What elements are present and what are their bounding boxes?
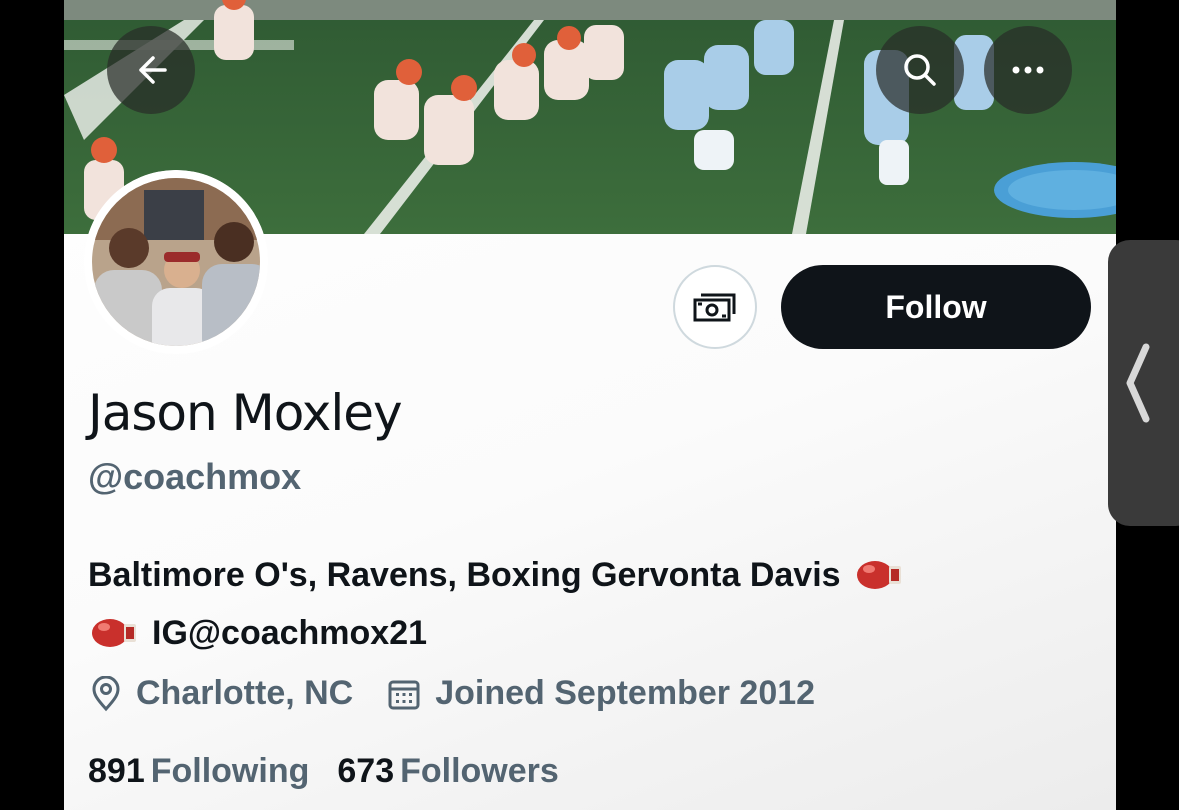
following-link[interactable]: Following [151,752,310,791]
bio-line: Baltimore O's, Ravens, Boxing Gervonta D… [88,546,1088,604]
bio-text-line2: IG@coachmox21 [152,614,428,652]
display-name: Jason Moxley [88,384,403,442]
location-text: Charlotte, NC [136,674,354,712]
location: Charlotte, NC [90,674,353,713]
back-button[interactable] [107,26,195,114]
tip-button[interactable] [673,265,757,349]
boxing-glove-icon [92,619,136,647]
avatar-image [84,170,268,354]
follow-button[interactable]: Follow [781,265,1091,349]
follow-stats: 891 Following 673 Followers [88,752,559,791]
chevron-left-icon [1126,343,1150,423]
location-pin-icon [92,675,120,711]
profile-meta: Charlotte, NC Joined September 2012 [90,674,815,713]
followers-count: 673 [337,752,395,790]
money-icon [693,293,736,322]
search-button[interactable] [876,26,964,114]
search-icon [904,54,936,86]
calendar-icon [388,680,420,709]
arrow-left-icon [139,56,167,84]
followers-link[interactable]: Followers [400,752,559,791]
following-count: 891 [88,752,145,790]
avatar[interactable] [84,170,268,354]
boxing-glove-icon [856,561,901,589]
profile-page: Follow Jason Moxley @coachmox Baltimore … [64,0,1116,810]
profile-bio: Baltimore O's, Ravens, Boxing Gervonta D… [88,546,1088,662]
bio-text-line1: Baltimore O's, Ravens, Boxing Gervonta D… [88,556,841,594]
more-options-button[interactable] [984,26,1072,114]
side-panel-handle[interactable] [1108,240,1179,526]
username: @coachmox [88,456,302,497]
join-date: Joined September 2012 [387,674,815,713]
more-horizontal-icon [1012,66,1044,74]
join-date-text: Joined September 2012 [435,674,816,712]
bio-line: IG@coachmox21 [88,604,1088,662]
